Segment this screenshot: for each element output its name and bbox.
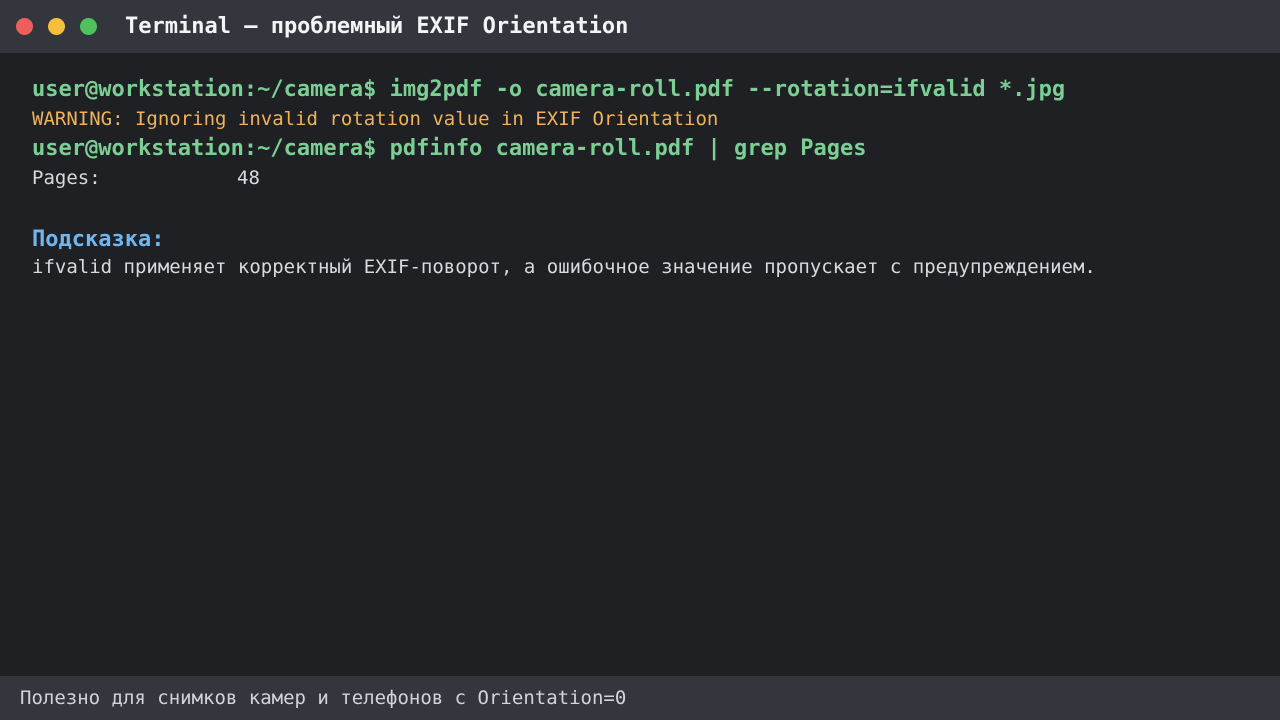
warning-output: WARNING: Ignoring invalid rotation value… <box>32 108 719 130</box>
window-title: Terminal — проблемный EXIF Orientation <box>125 14 629 39</box>
terminal-output[interactable]: user@workstation:~/camera$ img2pdf -o ca… <box>32 73 1262 280</box>
hint-title: Подсказка: <box>32 227 165 252</box>
command-line-pdfinfo: user@workstation:~/camera$ pdfinfo camer… <box>32 136 867 161</box>
hint-text: ifvalid применяет корректный EXIF-поворо… <box>32 256 1096 278</box>
pages-output: Pages: 48 <box>32 166 1262 191</box>
window-titlebar: Terminal — проблемный EXIF Orientation <box>0 0 1280 53</box>
pages-value: 48 <box>237 167 260 189</box>
command-line-img2pdf: user@workstation:~/camera$ img2pdf -o ca… <box>32 77 1066 102</box>
pages-label: Pages: <box>32 167 101 189</box>
minimize-window-button[interactable] <box>48 18 65 35</box>
maximize-window-button[interactable] <box>80 18 97 35</box>
close-window-button[interactable] <box>16 18 33 35</box>
status-text: Полезно для снимков камер и телефонов с … <box>20 687 627 709</box>
status-bar: Полезно для снимков камер и телефонов с … <box>0 676 1280 720</box>
